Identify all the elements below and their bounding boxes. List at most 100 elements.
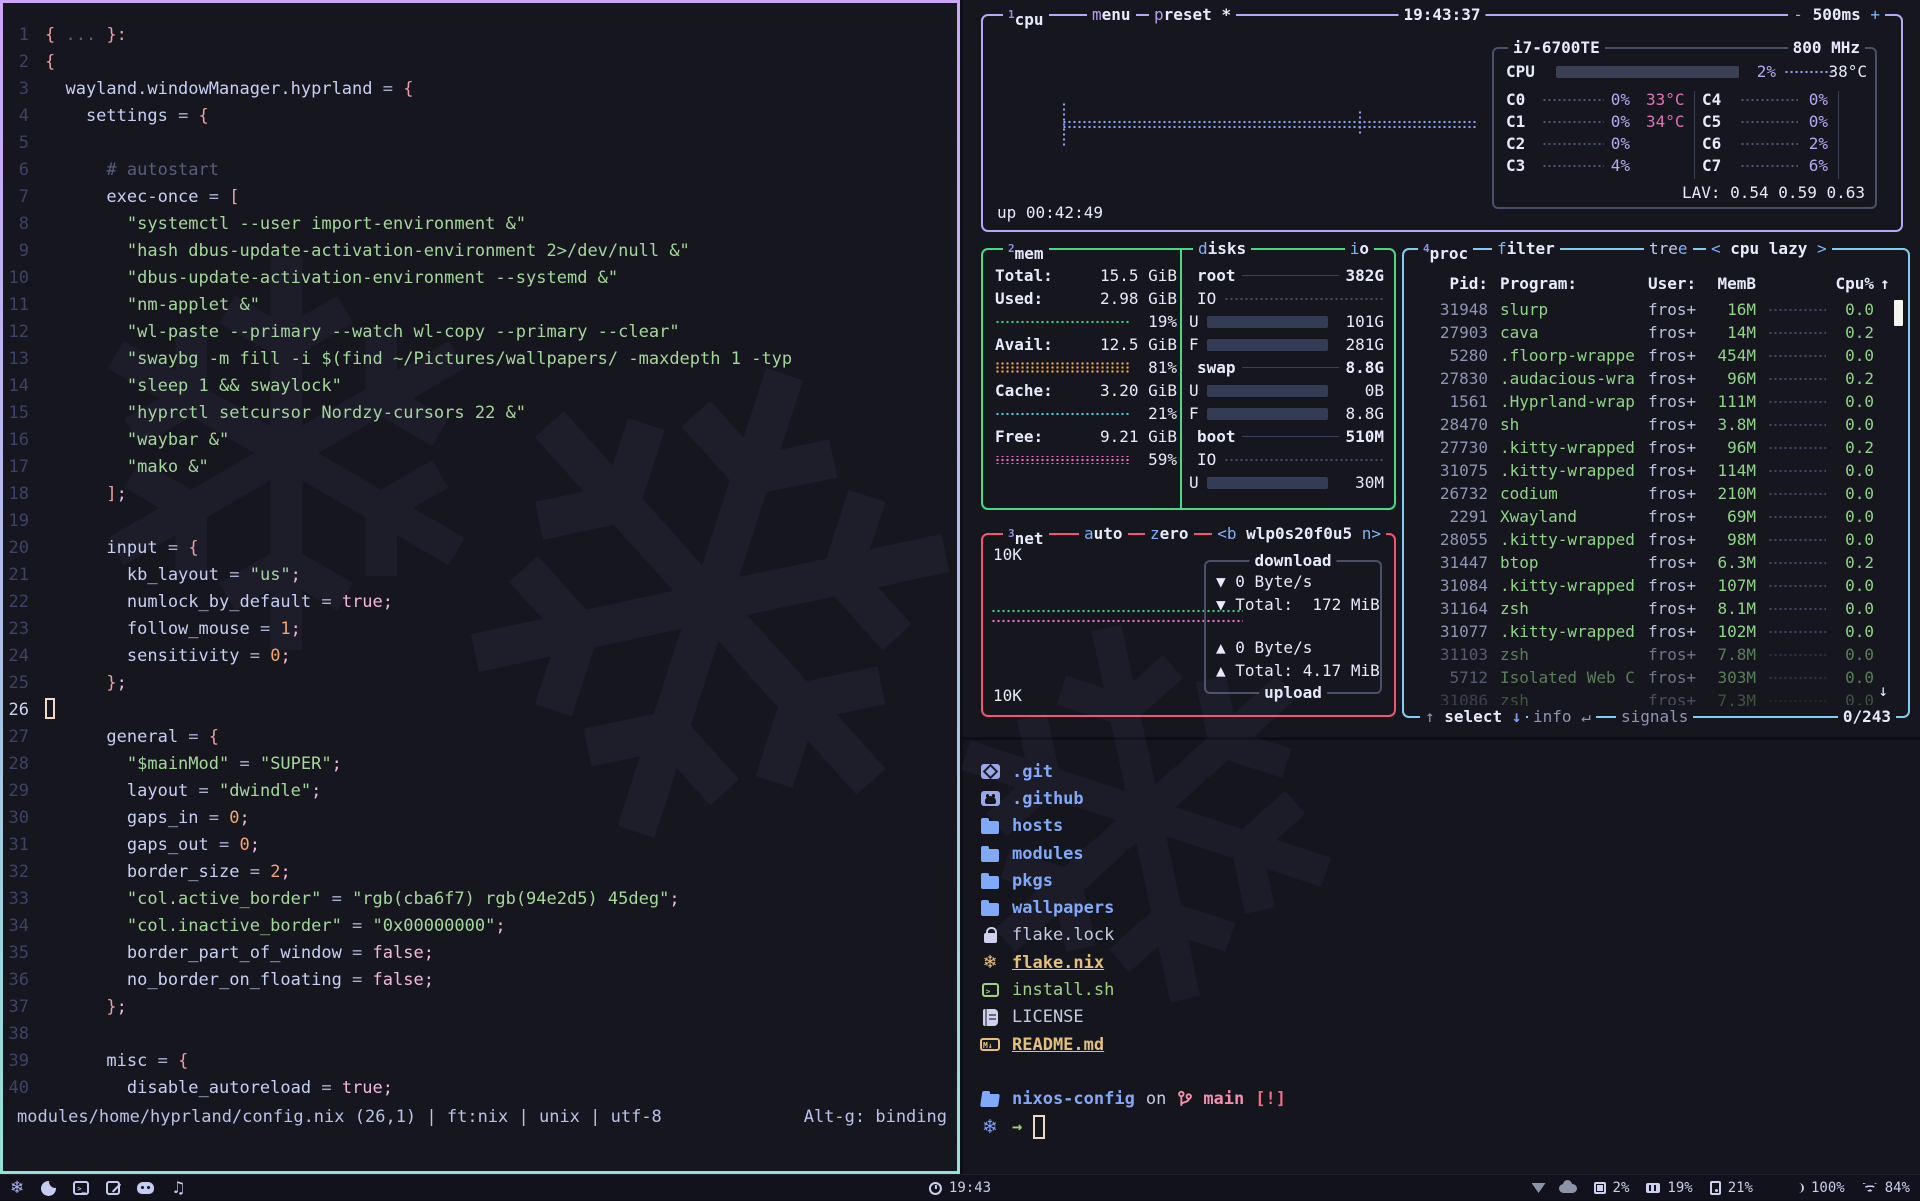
process-row[interactable]: 26732codiumfros+210M0.0 [1418, 482, 1894, 505]
editor-line[interactable]: 25 }; [3, 670, 957, 697]
btop-mem-panel[interactable]: 2mem disks io Total:15.5 GiBUsed:2.98 Gi… [981, 248, 1396, 510]
process-row[interactable]: 2291Xwaylandfros+69M0.0 [1418, 505, 1894, 528]
file-list-item[interactable]: modules [979, 840, 1920, 867]
editor-window[interactable]: 1{ ... }:2{3 wayland.windowManager.hyprl… [0, 0, 960, 1174]
proc-panel-title[interactable]: 4proc [1418, 237, 1473, 266]
tree-toggle[interactable]: tree [1644, 237, 1693, 261]
net-interface-selector[interactable]: <b wlp0s20f0u5 n> [1212, 522, 1386, 546]
editor-line[interactable]: 13 "swaybg -m fill -i $(find ~/Pictures/… [3, 346, 957, 373]
btop-window[interactable]: 1cpu menu preset * 19:43:37 - 500ms + up… [963, 0, 1920, 737]
process-row[interactable]: 28055.kitty-wrappedfros+98M0.0 [1418, 528, 1894, 551]
editor-line[interactable]: 12 "wl-paste --primary --watch wl-copy -… [3, 319, 957, 346]
select-control[interactable]: ↑ select ↓ [1420, 705, 1526, 729]
editor-content[interactable]: 1{ ... }:2{3 wayland.windowManager.hyprl… [3, 3, 957, 1171]
editor-line[interactable]: 32 border_size = 2; [3, 859, 957, 886]
proc-table-header[interactable]: Pid: Program: User: MemB Cpu% ↑ [1418, 274, 1894, 297]
editor-line[interactable]: 40 disable_autoreload = true; [3, 1075, 957, 1102]
editor-line[interactable]: 21 kb_layout = "us"; [3, 562, 957, 589]
editor-line[interactable]: 23 follow_mouse = 1; [3, 616, 957, 643]
editor-line[interactable]: 20 input = { [3, 535, 957, 562]
editor-line[interactable]: 7 exec-once = [ [3, 184, 957, 211]
info-control[interactable]: info ↵ [1528, 705, 1596, 729]
file-list-item[interactable]: flake.lock [979, 922, 1920, 949]
file-list-item[interactable]: .github [979, 785, 1920, 812]
nix-logo-icon[interactable]: ❄ [10, 1180, 24, 1197]
editor-line[interactable]: 5 [3, 130, 957, 157]
file-list-item[interactable]: .git [979, 758, 1920, 785]
volume-icon[interactable] [1786, 1182, 1804, 1194]
notes-icon[interactable] [106, 1181, 120, 1195]
preset-button[interactable]: preset * [1149, 3, 1236, 27]
file-list-item[interactable]: hosts [979, 813, 1920, 840]
process-row[interactable]: 27903cavafros+14M0.2 [1418, 321, 1894, 344]
editor-line[interactable]: 10 "dbus-update-activation-environment -… [3, 265, 957, 292]
editor-line[interactable]: 1{ ... }: [3, 22, 957, 49]
terminal-launcher-icon[interactable] [73, 1181, 89, 1195]
file-list-item[interactable]: README.md [979, 1031, 1920, 1058]
io-mode-button[interactable]: io [1345, 237, 1374, 261]
process-row[interactable]: 31084.kitty-wrappedfros+107M0.0 [1418, 574, 1894, 597]
file-list-item[interactable]: wallpapers [979, 894, 1920, 921]
editor-line[interactable]: 16 "waybar &" [3, 427, 957, 454]
btop-cpu-panel[interactable]: 1cpu menu preset * 19:43:37 - 500ms + up… [981, 14, 1903, 232]
editor-line[interactable]: 28 "$mainMod" = "SUPER"; [3, 751, 957, 778]
proc-scrollbar[interactable] [1894, 300, 1903, 326]
filter-button[interactable]: filter [1492, 237, 1560, 261]
mem-panel-title[interactable]: 2mem [1003, 237, 1049, 266]
editor-line[interactable]: 4 settings = { [3, 103, 957, 130]
sort-selector[interactable]: < cpu lazy > [1706, 237, 1832, 261]
editor-line[interactable]: 31 gaps_out = 0; [3, 832, 957, 859]
editor-line[interactable]: 29 layout = "dwindle"; [3, 778, 957, 805]
file-list-item[interactable]: LICENSE [979, 1004, 1920, 1031]
update-interval-control[interactable]: - 500ms + [1788, 3, 1885, 27]
disks-panel-title[interactable]: disks [1193, 237, 1251, 261]
process-row[interactable]: 31948slurpfros+16M0.0 [1418, 298, 1894, 321]
firefox-icon[interactable] [41, 1181, 56, 1196]
process-row[interactable]: 31075.kitty-wrappedfros+114M0.0 [1418, 459, 1894, 482]
process-row[interactable]: 31077.kitty-wrappedfros+102M0.0 [1418, 620, 1894, 643]
net-zero-button[interactable]: zero [1145, 522, 1194, 546]
editor-line[interactable]: 36 no_border_on_floating = false; [3, 967, 957, 994]
editor-line[interactable]: 14 "sleep 1 && swaylock" [3, 373, 957, 400]
cpu-panel-title[interactable]: 1cpu [1003, 3, 1049, 32]
btop-net-panel[interactable]: 3net auto zero <b wlp0s20f0u5 n> 10K 10K… [981, 533, 1396, 717]
music-icon[interactable]: ♫ [171, 1180, 185, 1196]
editor-line[interactable]: 3 wayland.windowManager.hyprland = { [3, 76, 957, 103]
file-list-item[interactable]: ❄flake.nix [979, 949, 1920, 976]
shell-input-line[interactable]: ❄ → [979, 1113, 1920, 1141]
editor-line[interactable]: 39 misc = { [3, 1048, 957, 1075]
editor-line[interactable]: 35 border_part_of_window = false; [3, 940, 957, 967]
process-row[interactable]: 27730.kitty-wrappedfros+96M0.2 [1418, 436, 1894, 459]
editor-line[interactable]: 6 # autostart [3, 157, 957, 184]
editor-line[interactable]: 26 [3, 697, 957, 724]
editor-line[interactable]: 9 "hash dbus-update-activation-environme… [3, 238, 957, 265]
process-row[interactable]: 31447btopfros+6.3M0.2 [1418, 551, 1894, 574]
terminal-window[interactable]: .git.githubhostsmodulespkgswallpapersfla… [963, 740, 1920, 1174]
editor-line[interactable]: 38 [3, 1021, 957, 1048]
signals-control[interactable]: signals [1616, 705, 1693, 729]
editor-line[interactable]: 15 "hyprctl setcursor Nordzy-cursors 22 … [3, 400, 957, 427]
tray-network-icon[interactable] [1532, 1183, 1546, 1193]
editor-line[interactable]: 34 "col.inactive_border" = "0x00000000"; [3, 913, 957, 940]
editor-line[interactable]: 19 [3, 508, 957, 535]
discord-icon[interactable] [137, 1182, 154, 1194]
tray-cloud-icon[interactable] [1559, 1184, 1577, 1193]
editor-line[interactable]: 17 "mako &" [3, 454, 957, 481]
editor-line[interactable]: 37 }; [3, 994, 957, 1021]
editor-line[interactable]: 27 general = { [3, 724, 957, 751]
editor-line[interactable]: 8 "systemctl --user import-environment &… [3, 211, 957, 238]
process-row[interactable]: 1561.Hyprland-wrapfros+111M0.0 [1418, 390, 1894, 413]
process-row[interactable]: 27830.audacious-wrafros+96M0.2 [1418, 367, 1894, 390]
editor-line[interactable]: 22 numlock_by_default = true; [3, 589, 957, 616]
menu-button[interactable]: menu [1087, 3, 1136, 27]
editor-line[interactable]: 18 ]; [3, 481, 957, 508]
editor-line[interactable]: 33 "col.active_border" = "rgb(cba6f7) rg… [3, 886, 957, 913]
net-auto-button[interactable]: auto [1079, 522, 1128, 546]
process-row[interactable]: 5280.floorp-wrappefros+454M0.0 [1418, 344, 1894, 367]
process-row[interactable]: 28470shfros+3.8M0.0 [1418, 413, 1894, 436]
editor-line[interactable]: 11 "nm-applet &" [3, 292, 957, 319]
editor-line[interactable]: 30 gaps_in = 0; [3, 805, 957, 832]
process-row[interactable]: 5712Isolated Web Cfros+303M0.0 [1418, 666, 1894, 689]
editor-line[interactable]: 24 sensitivity = 0; [3, 643, 957, 670]
file-list-item[interactable]: pkgs [979, 867, 1920, 894]
